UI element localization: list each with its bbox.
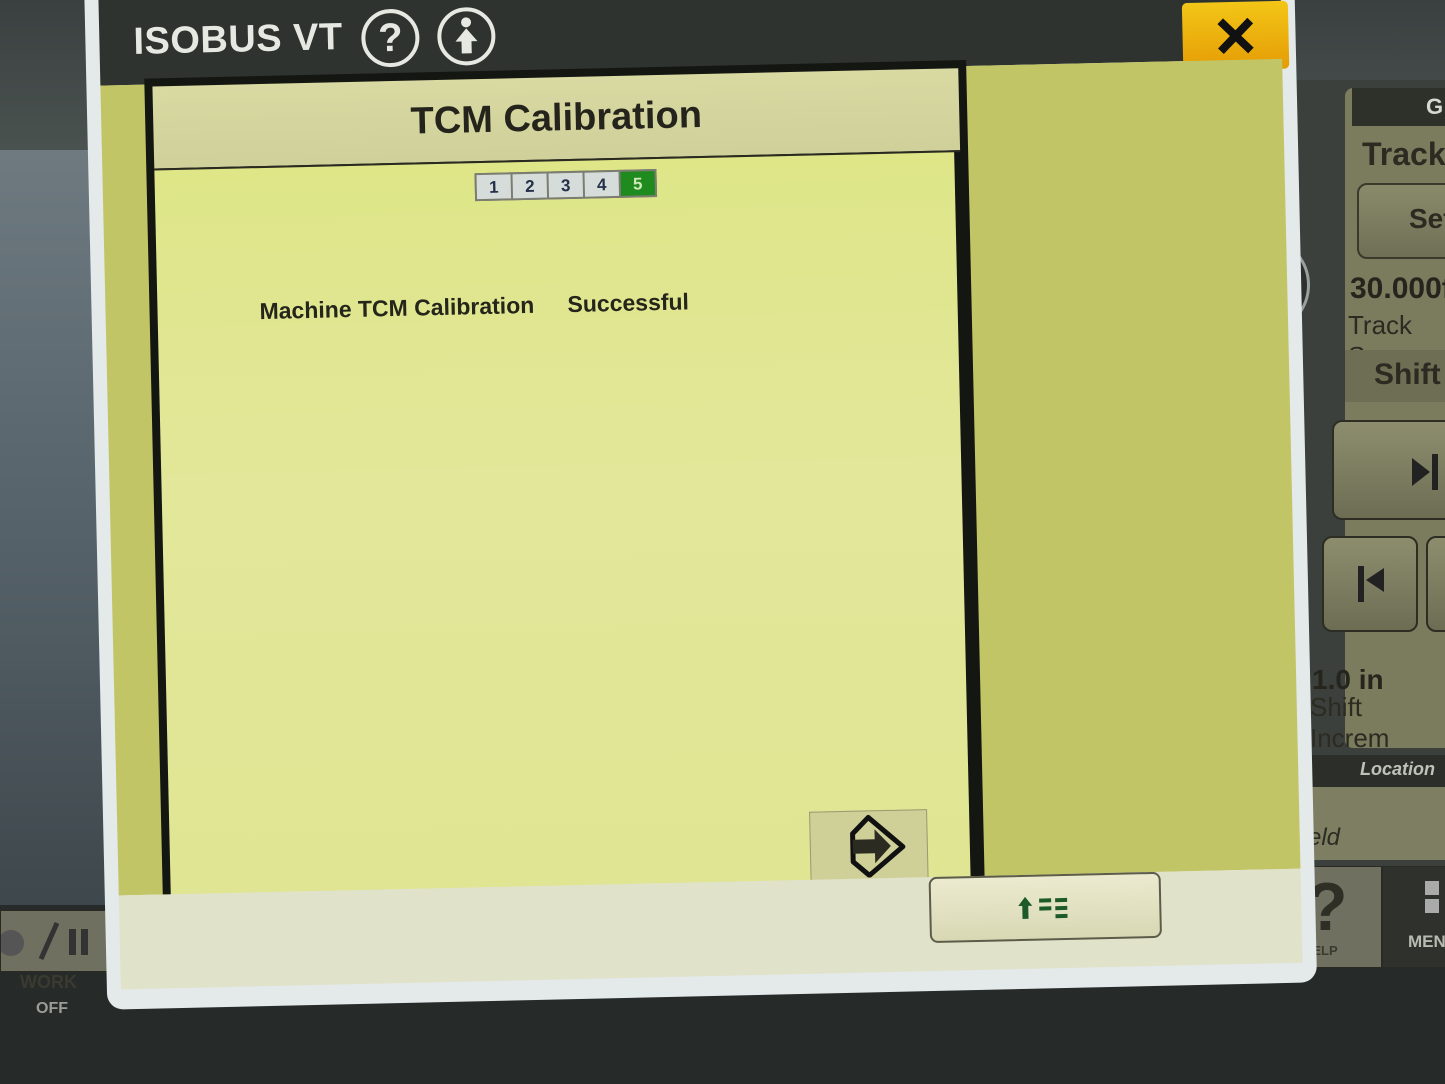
page-up-list-icon <box>1018 896 1068 919</box>
page-up-softkey[interactable] <box>928 871 1163 944</box>
data-mask-content: 1 2 3 4 5 Machine TCM Calibration Succes… <box>154 152 971 903</box>
vt-body: TCM Calibration 1 2 3 4 5 Machine TCM Ca… <box>100 58 1301 909</box>
next-button[interactable] <box>809 809 929 882</box>
shift-center-icon <box>1412 454 1438 490</box>
data-mask-title: TCM Calibration <box>410 94 703 143</box>
shift-increment-label: Shift Increm <box>1310 692 1390 753</box>
step-2: 2 <box>512 173 548 199</box>
menu-grid-icon <box>1425 881 1439 913</box>
step-5-active: 5 <box>620 171 656 196</box>
location-header: Location <box>1290 755 1445 787</box>
calibration-status: Successful <box>567 288 690 318</box>
isobus-vt-window: ISOBUS VT ? TCM Calibration 1 2 3 4 5 Ma… <box>84 0 1318 1010</box>
help-circle-icon[interactable]: ? <box>360 8 421 68</box>
step-3: 3 <box>548 172 584 198</box>
shift-left-icon <box>1358 566 1384 602</box>
close-x-icon <box>1217 17 1254 54</box>
shift-label: Shift <box>1374 358 1441 391</box>
menu-label: MEN <box>1408 932 1445 951</box>
shift-right-button[interactable] <box>1426 536 1445 632</box>
menu-button[interactable] <box>1382 866 1445 968</box>
track-label: Track <box>1362 136 1445 172</box>
work-label: WORK <box>20 972 77 992</box>
work-state: OFF <box>36 1000 68 1017</box>
shift-center-button[interactable] <box>1332 420 1445 520</box>
window-title: ISOBUS VT <box>132 16 344 63</box>
shift-left-button[interactable] <box>1322 536 1418 632</box>
step-indicator: 1 2 3 4 5 <box>474 169 658 202</box>
step-1: 1 <box>476 174 512 200</box>
work-toggle-button[interactable] <box>0 910 114 972</box>
work-play-pause-icon <box>1 921 88 961</box>
set-track-button-label: Set <box>1409 203 1445 234</box>
info-circle-icon[interactable] <box>436 6 497 66</box>
step-4: 4 <box>584 171 620 197</box>
next-arrow-diamond-icon <box>850 814 906 878</box>
track-spacing-value: 30.000f <box>1350 272 1445 305</box>
calibration-message-label: Machine TCM Calibration <box>259 291 535 325</box>
set-track-button[interactable]: Set <box>1357 183 1445 259</box>
guidance-panel-header: G <box>1352 88 1445 126</box>
